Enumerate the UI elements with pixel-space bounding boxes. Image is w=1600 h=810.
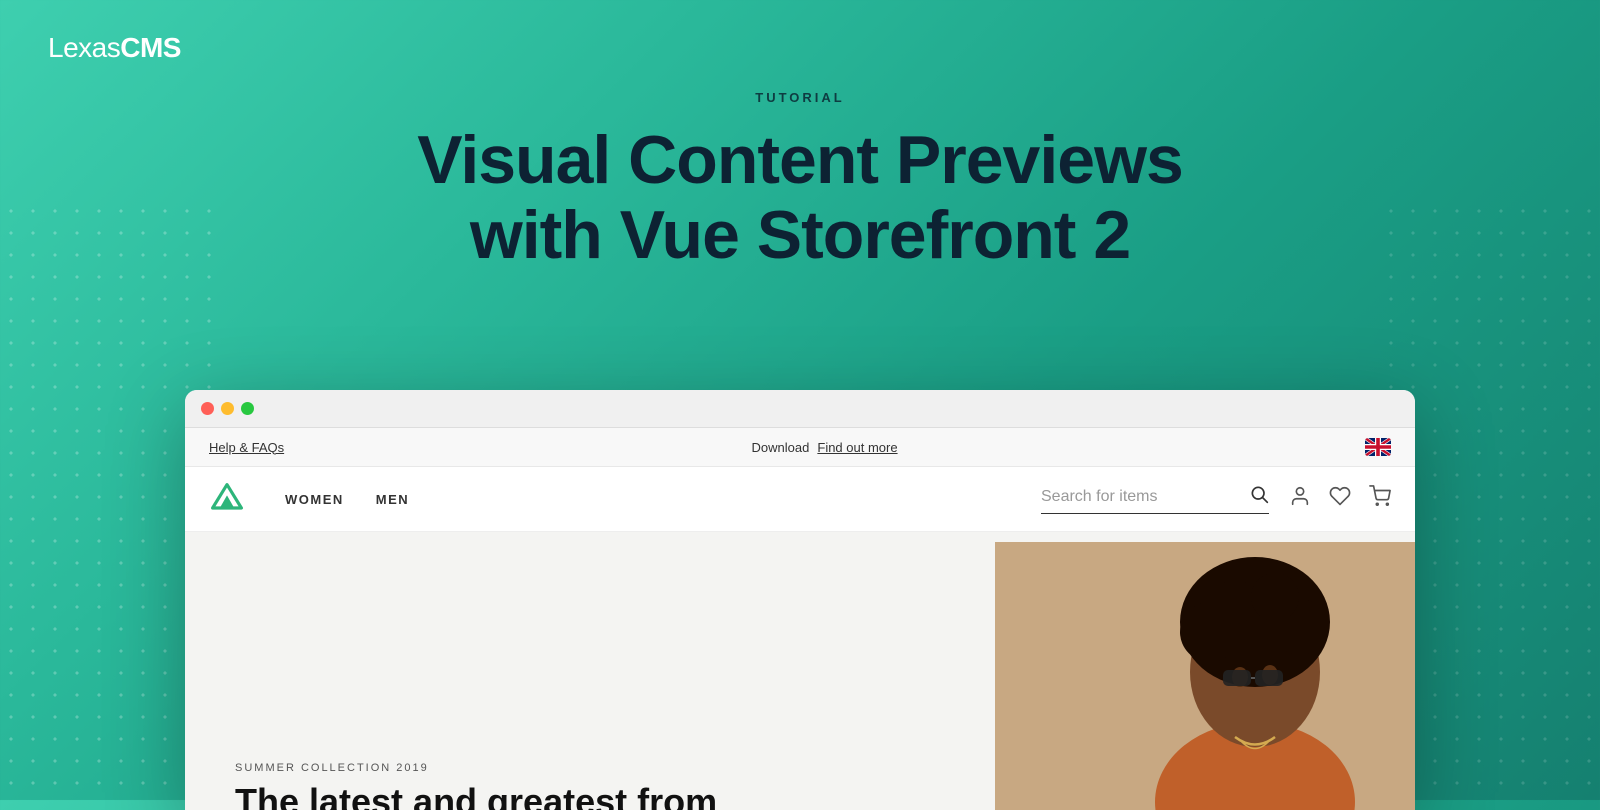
search-input-placeholder: Search for items	[1041, 488, 1241, 506]
site-logo: LexasCMS	[48, 32, 181, 64]
nav-item-men[interactable]: MEN	[376, 492, 409, 507]
search-icon[interactable]	[1249, 484, 1269, 509]
nav-item-women[interactable]: WOMEN	[285, 492, 344, 507]
vsf-logo-icon	[209, 481, 245, 517]
hero-title-line2: with Vue Storefront 2	[0, 198, 1600, 273]
language-flag-icon[interactable]	[1365, 438, 1391, 456]
search-bar[interactable]: Search for items	[1041, 484, 1269, 514]
traffic-light-yellow[interactable]	[221, 402, 234, 415]
wishlist-icon[interactable]	[1329, 485, 1351, 513]
traffic-light-green[interactable]	[241, 402, 254, 415]
store-nav: WOMEN MEN Search for items	[185, 467, 1415, 532]
download-text: Download	[752, 440, 810, 455]
help-faqs-link[interactable]: Help & FAQs	[209, 440, 284, 455]
find-out-more-link[interactable]: Find out more	[817, 440, 897, 455]
logo-light: Lexas	[48, 32, 120, 63]
hero-title-line1: Visual Content Previews	[0, 123, 1600, 198]
traffic-light-red[interactable]	[201, 402, 214, 415]
store-hero: SUMMER COLLECTION 2019 The latest and gr…	[185, 532, 1415, 810]
hero-person-image	[995, 542, 1415, 810]
store-topbar: Help & FAQs Download Find out more	[185, 428, 1415, 467]
hero-text-overlay: SUMMER COLLECTION 2019 The latest and gr…	[235, 762, 717, 810]
topbar-right	[1365, 438, 1391, 456]
browser-chrome	[185, 390, 1415, 428]
store-hero-title: The latest and greatest from	[235, 782, 717, 810]
search-area: Search for items	[1041, 484, 1391, 514]
tutorial-label: TUTORIAL	[0, 90, 1600, 105]
store-logo	[209, 481, 245, 517]
hero-section: TUTORIAL Visual Content Previews with Vu…	[0, 0, 1600, 273]
store-hero-title-line1: The latest and greatest from	[235, 781, 717, 810]
cart-icon[interactable]	[1369, 485, 1391, 513]
hero-title: Visual Content Previews with Vue Storefr…	[0, 123, 1600, 273]
nav-icons	[1289, 485, 1391, 513]
topbar-left: Help & FAQs	[209, 440, 284, 455]
topbar-center: Download Find out more	[752, 440, 898, 455]
user-icon[interactable]	[1289, 485, 1311, 513]
nav-items: WOMEN MEN	[285, 492, 409, 507]
browser-window: Help & FAQs Download Find out more	[185, 390, 1415, 810]
collection-label: SUMMER COLLECTION 2019	[235, 762, 717, 774]
logo-bold: CMS	[120, 32, 181, 63]
